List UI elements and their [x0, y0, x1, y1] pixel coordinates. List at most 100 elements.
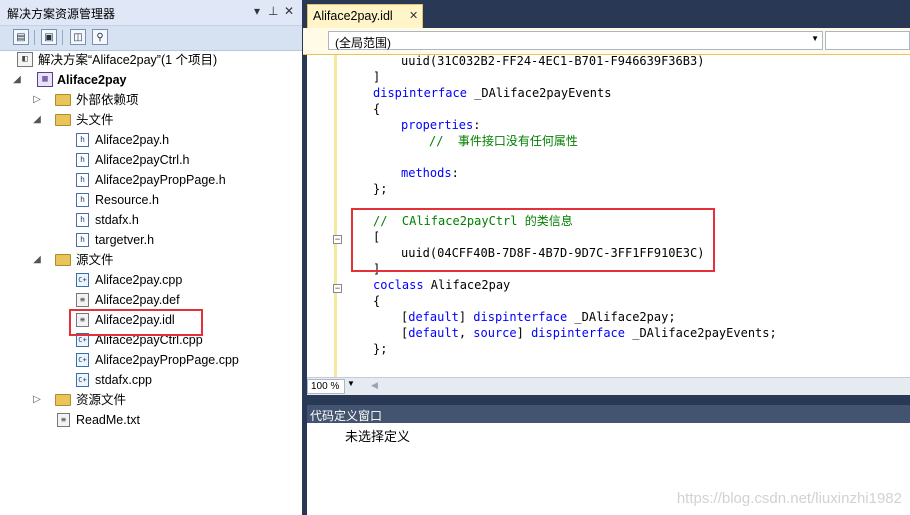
tree-item-file[interactable]: h Resource.h — [0, 190, 302, 210]
file-label: stdafx.h — [95, 213, 139, 227]
tree-item-file[interactable]: h Aliface2pay.h — [0, 130, 302, 150]
close-icon[interactable]: ✕ — [409, 9, 418, 22]
file-label: Aliface2pay.def — [95, 293, 180, 307]
view-class-diagram-icon[interactable]: ⚲ — [92, 29, 108, 45]
header-file-icon: h — [76, 233, 89, 247]
tree-item-file[interactable]: h Aliface2payPropPage.h — [0, 170, 302, 190]
header-folder-label: 头文件 — [76, 113, 114, 127]
header-file-icon: h — [76, 193, 89, 207]
folder-open-icon — [55, 254, 71, 266]
navigation-bar: (全局范围) ▼ — [303, 28, 910, 55]
scope-value: (全局范围) — [335, 36, 391, 50]
highlight-box — [69, 309, 203, 336]
text-file-icon: ≡ — [57, 413, 70, 427]
member-dropdown[interactable] — [825, 31, 910, 50]
chevron-down-icon: ▼ — [811, 34, 819, 43]
tree-item-file[interactable]: ≡ ReadMe.txt — [0, 410, 302, 430]
cpp-file-icon: C+ — [76, 373, 89, 387]
collapse-arrow-icon[interactable]: ◢ — [31, 250, 43, 270]
resource-folder-label: 资源文件 — [76, 393, 127, 407]
tree-item-external-deps[interactable]: ▷ 外部依赖项 — [0, 90, 302, 110]
solution-explorer-title: 解决方案资源管理器 — [7, 7, 116, 21]
code-definition-window: 未选择定义 https://blog.csdn.net/liuxinzhi198… — [307, 423, 910, 515]
header-file-icon: h — [76, 133, 89, 147]
fold-toggle-icon[interactable]: − — [333, 284, 342, 293]
header-file-icon: h — [76, 173, 89, 187]
file-label: targetver.h — [95, 233, 155, 247]
expand-arrow-icon[interactable]: ▷ — [31, 90, 43, 110]
code-line: [default, source] dispinterface _DAlifac… — [401, 326, 777, 340]
file-label: stdafx.cpp — [95, 373, 152, 387]
tree-item-header-folder[interactable]: ◢ 头文件 — [0, 110, 302, 130]
pin-icon[interactable]: ⊥ — [268, 4, 278, 18]
watermark-text: https://blog.csdn.net/liuxinzhi1982 — [676, 490, 902, 507]
code-line: dispinterface _DAliface2payEvents — [373, 86, 612, 100]
tree-item-file[interactable]: h Aliface2payCtrl.h — [0, 150, 302, 170]
code-comment: // 事件接口没有任何属性 — [429, 134, 578, 148]
def-file-icon: ≡ — [76, 293, 89, 307]
highlight-box — [351, 208, 715, 272]
dropdown-icon[interactable]: ▾ — [254, 4, 260, 18]
code-line: [default] dispinterface _DAliface2pay; — [401, 310, 676, 324]
header-file-icon: h — [76, 153, 89, 167]
tree-item-file[interactable]: h stdafx.h — [0, 210, 302, 230]
file-label: ReadMe.txt — [76, 413, 140, 427]
tab-aliface2pay-idl[interactable]: Aliface2pay.idl ✕ — [307, 4, 423, 28]
file-label: Aliface2payCtrl.h — [95, 153, 190, 167]
code-line: { — [373, 294, 381, 308]
editor-bottom-bar: 100 % ▼ ◀ — [307, 377, 910, 395]
expand-arrow-icon[interactable]: ▷ — [31, 390, 43, 410]
tree-item-resource-folder[interactable]: ▷ 资源文件 — [0, 390, 302, 410]
scope-dropdown[interactable]: (全局范围) ▼ — [328, 31, 823, 50]
code-line: coclass Aliface2pay — [373, 278, 511, 292]
tree-item-file[interactable]: C+ Aliface2payPropPage.cpp — [0, 350, 302, 370]
cpp-file-icon: C+ — [76, 273, 89, 287]
code-line: }; — [373, 342, 388, 356]
code-line: methods: — [401, 166, 459, 180]
folder-open-icon — [55, 114, 71, 126]
properties-icon[interactable]: ▤ — [13, 29, 29, 45]
toolbar-separator — [62, 30, 63, 45]
change-margin — [334, 55, 337, 377]
tree-item-file[interactable]: C+ Aliface2pay.cpp — [0, 270, 302, 290]
code-definition-title: 代码定义窗口 — [310, 409, 383, 423]
tab-label: Aliface2pay.idl — [313, 9, 393, 23]
collapse-arrow-icon[interactable]: ◢ — [11, 70, 23, 90]
folder-icon — [55, 394, 71, 406]
collapse-arrow-icon[interactable]: ◢ — [31, 110, 43, 130]
chevron-down-icon[interactable]: ▼ — [347, 379, 355, 388]
fold-toggle-icon[interactable]: − — [333, 235, 342, 244]
tree-item-file[interactable]: ≡ Aliface2pay.def — [0, 290, 302, 310]
file-label: Aliface2pay.cpp — [95, 273, 183, 287]
file-label: Aliface2payPropPage.h — [95, 173, 226, 187]
zoom-dropdown[interactable]: 100 % — [307, 379, 345, 394]
project-icon: ▦ — [37, 72, 53, 87]
cpp-file-icon: C+ — [76, 353, 89, 367]
solution-explorer-panel: 解决方案资源管理器 ▾ ⊥ ✕ ▤ ▣ ◫ ⚲ ◧ 解决方案“Aliface2p… — [0, 0, 302, 515]
toolbar-separator — [34, 30, 35, 45]
external-deps-icon — [55, 94, 71, 106]
tree-item-file[interactable]: h targetver.h — [0, 230, 302, 250]
code-line: { — [373, 102, 381, 116]
show-all-files-icon[interactable]: ▣ — [41, 29, 57, 45]
solution-explorer-toolbar: ▤ ▣ ◫ ⚲ — [0, 26, 302, 51]
solution-label: 解决方案“Aliface2pay”(1 个项目) — [38, 53, 218, 67]
code-line: ] — [373, 70, 381, 84]
tree-item-file[interactable]: C+ stdafx.cpp — [0, 370, 302, 390]
close-icon[interactable]: ✕ — [284, 4, 294, 18]
code-definition-title-bar: 代码定义窗口 — [307, 405, 910, 423]
external-deps-label: 外部依赖项 — [76, 93, 139, 107]
tree-item-project[interactable]: ◢ ▦ Aliface2pay — [0, 70, 302, 90]
refresh-icon[interactable]: ◫ — [70, 29, 86, 45]
file-label: Aliface2payPropPage.cpp — [95, 353, 239, 367]
document-tab-strip: Aliface2pay.idl ✕ — [303, 0, 910, 28]
header-file-icon: h — [76, 213, 89, 227]
scroll-left-icon[interactable]: ◀ — [371, 380, 378, 391]
file-label: Aliface2pay.h — [95, 133, 170, 147]
tree-item-solution[interactable]: ◧ 解决方案“Aliface2pay”(1 个项目) — [0, 50, 302, 70]
code-line: uuid(31C032B2-FF24-4EC1-B701-F946639F36B… — [401, 54, 705, 68]
tree-item-source-folder[interactable]: ◢ 源文件 — [0, 250, 302, 270]
code-definition-content: 未选择定义 — [345, 429, 411, 444]
solution-explorer-title-bar: 解决方案资源管理器 ▾ ⊥ ✕ — [0, 0, 302, 26]
code-line: }; — [373, 182, 388, 196]
